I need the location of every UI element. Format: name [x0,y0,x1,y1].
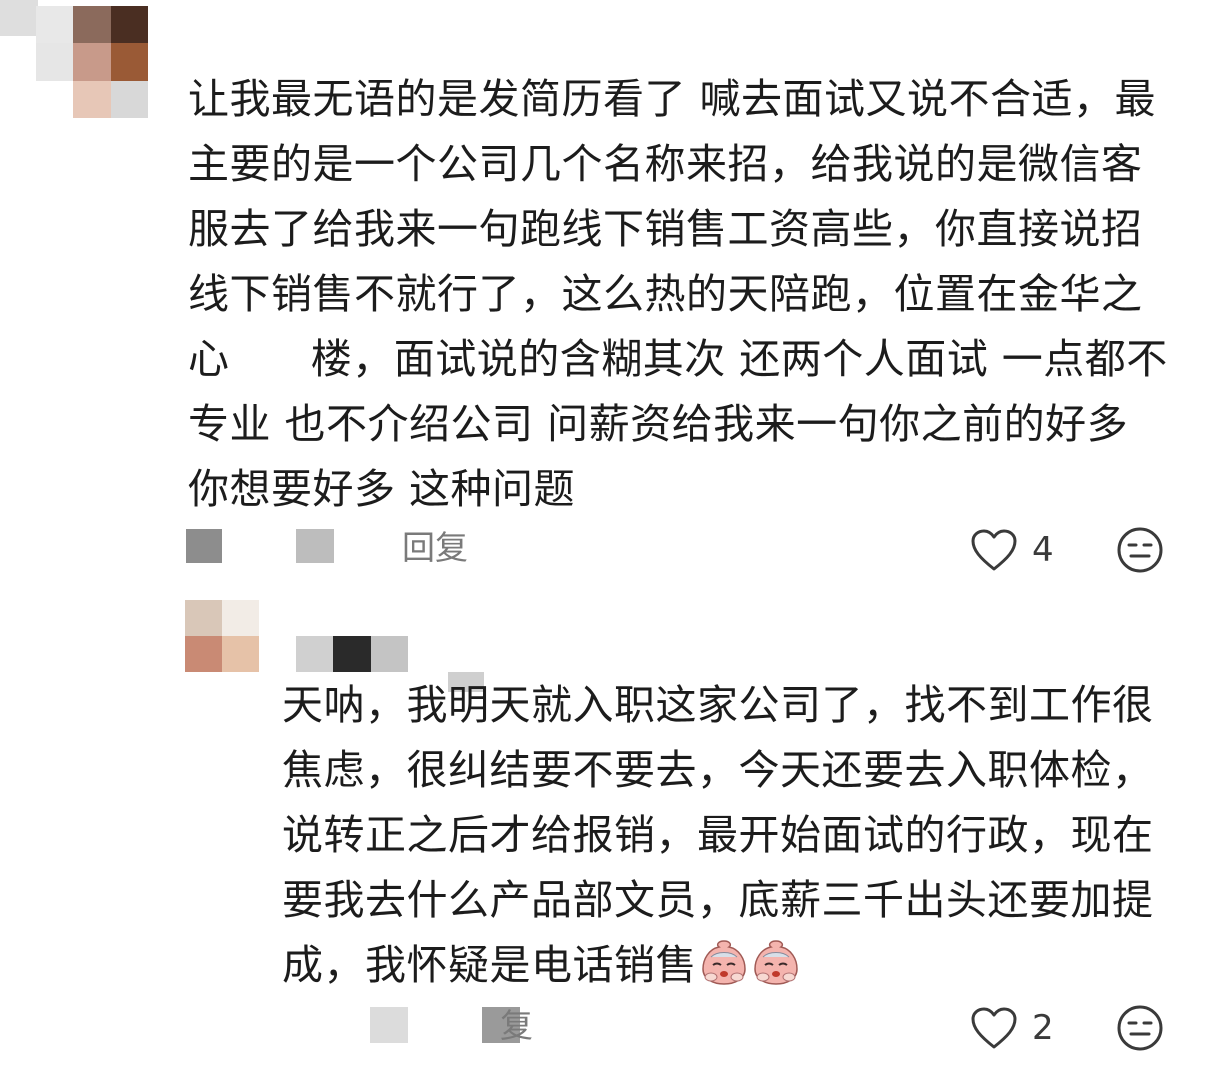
reply-button[interactable]: 复 [500,1008,533,1044]
avatar-mosaic-tile [185,600,222,636]
name-mosaic-tile [333,636,371,672]
name-mosaic-tile [296,636,334,672]
commenter-name-redacted[interactable] [0,0,38,36]
like-count: 2 [1032,1008,1054,1048]
neutral-face-icon [1117,527,1163,573]
avatar-mosaic-tile [110,80,148,118]
replier-name-redacted[interactable] [296,636,408,672]
heart-icon [971,529,1017,571]
avatar-mosaic-tile [110,43,148,81]
avatar-mosaic-tile [185,636,222,672]
avatar-mosaic-tile [73,6,111,44]
avatar-mosaic-tile [73,80,111,118]
reply-button[interactable]: 回复 [402,530,468,566]
emoji-reaction-button[interactable] [1116,526,1164,578]
crying-face-emoji [754,940,798,985]
replier-avatar[interactable] [185,600,259,672]
commenter-avatar[interactable] [36,6,148,118]
avatar-mosaic-tile [222,636,259,672]
comment-text: 让我最无语的是发简历看了 喊去面试又说不合适，最主要的是一个公司几个名称来招，给… [188,75,1168,513]
avatar-mosaic-tile [222,600,259,636]
avatar-mosaic-tile [36,6,74,44]
comment-date-redacted [186,529,222,563]
name-mosaic-tile [370,636,408,672]
avatar-mosaic-tile [73,43,111,81]
emoji-reaction-button[interactable] [1116,1004,1164,1056]
neutral-face-icon [1117,1005,1163,1051]
reply-text: 天呐，我明天就入职这家公司了，找不到工作很焦虑，很纠结要不要去，今天还要去入职体… [282,673,1172,998]
like-button[interactable]: 4 [970,528,1054,572]
reply-date-redacted [370,1007,408,1043]
avatar-mosaic-tile [36,80,74,118]
avatar-mosaic-tile [36,43,74,81]
avatar-mosaic-tile [110,6,148,44]
comment-location-redacted [296,529,334,563]
crying-face-emoji [702,940,746,985]
heart-icon [971,1007,1017,1049]
like-button[interactable]: 2 [970,1006,1054,1050]
like-count: 4 [1032,530,1054,570]
